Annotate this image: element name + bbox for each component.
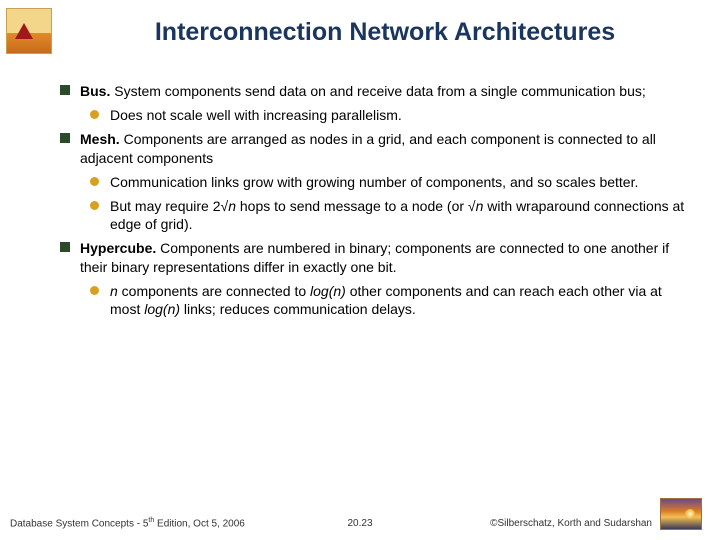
logo-bottom-sunset xyxy=(660,498,702,530)
bullet-mesh-sub1: Communication links grow with growing nu… xyxy=(86,173,690,191)
mesh-sub2-n1: n xyxy=(228,198,236,214)
hyper-sub1-log1: log(n) xyxy=(310,283,346,299)
hyper-sub1-c: links; reduces communication delays. xyxy=(180,301,416,317)
slide-title: Interconnection Network Architectures xyxy=(60,18,710,47)
bullet-mesh-sub2: But may require 2√n hops to send message… xyxy=(86,197,690,233)
slide-body: Bus. System components send data on and … xyxy=(56,82,690,324)
bullet-hypercube: Hypercube. Components are numbered in bi… xyxy=(56,239,690,275)
bus-text: System components send data on and recei… xyxy=(110,83,645,99)
hyper-term: Hypercube. xyxy=(80,240,156,256)
bullet-bus: Bus. System components send data on and … xyxy=(56,82,690,100)
mesh-sub2-part-b: hops to send message to a node (or √ xyxy=(236,198,476,214)
bullet-bus-sub1: Does not scale well with increasing para… xyxy=(86,106,690,124)
mesh-sub2-part-a: But may require 2√ xyxy=(110,198,228,214)
footer-right: ©Silberschatz, Korth and Sudarshan xyxy=(490,518,652,529)
logo-top-sailboat xyxy=(6,8,52,54)
mesh-text: Components are arranged as nodes in a gr… xyxy=(80,131,656,165)
mesh-term: Mesh. xyxy=(80,131,120,147)
bus-term: Bus. xyxy=(80,83,110,99)
hyper-sub1-n1: n xyxy=(110,283,118,299)
hyper-sub1-log2: log(n) xyxy=(144,301,180,317)
hyper-sub1-a: components are connected to xyxy=(118,283,310,299)
bullet-mesh: Mesh. Components are arranged as nodes i… xyxy=(56,130,690,166)
bullet-hyper-sub1: n components are connected to log(n) oth… xyxy=(86,282,690,318)
hyper-text: Components are numbered in binary; compo… xyxy=(80,240,669,274)
